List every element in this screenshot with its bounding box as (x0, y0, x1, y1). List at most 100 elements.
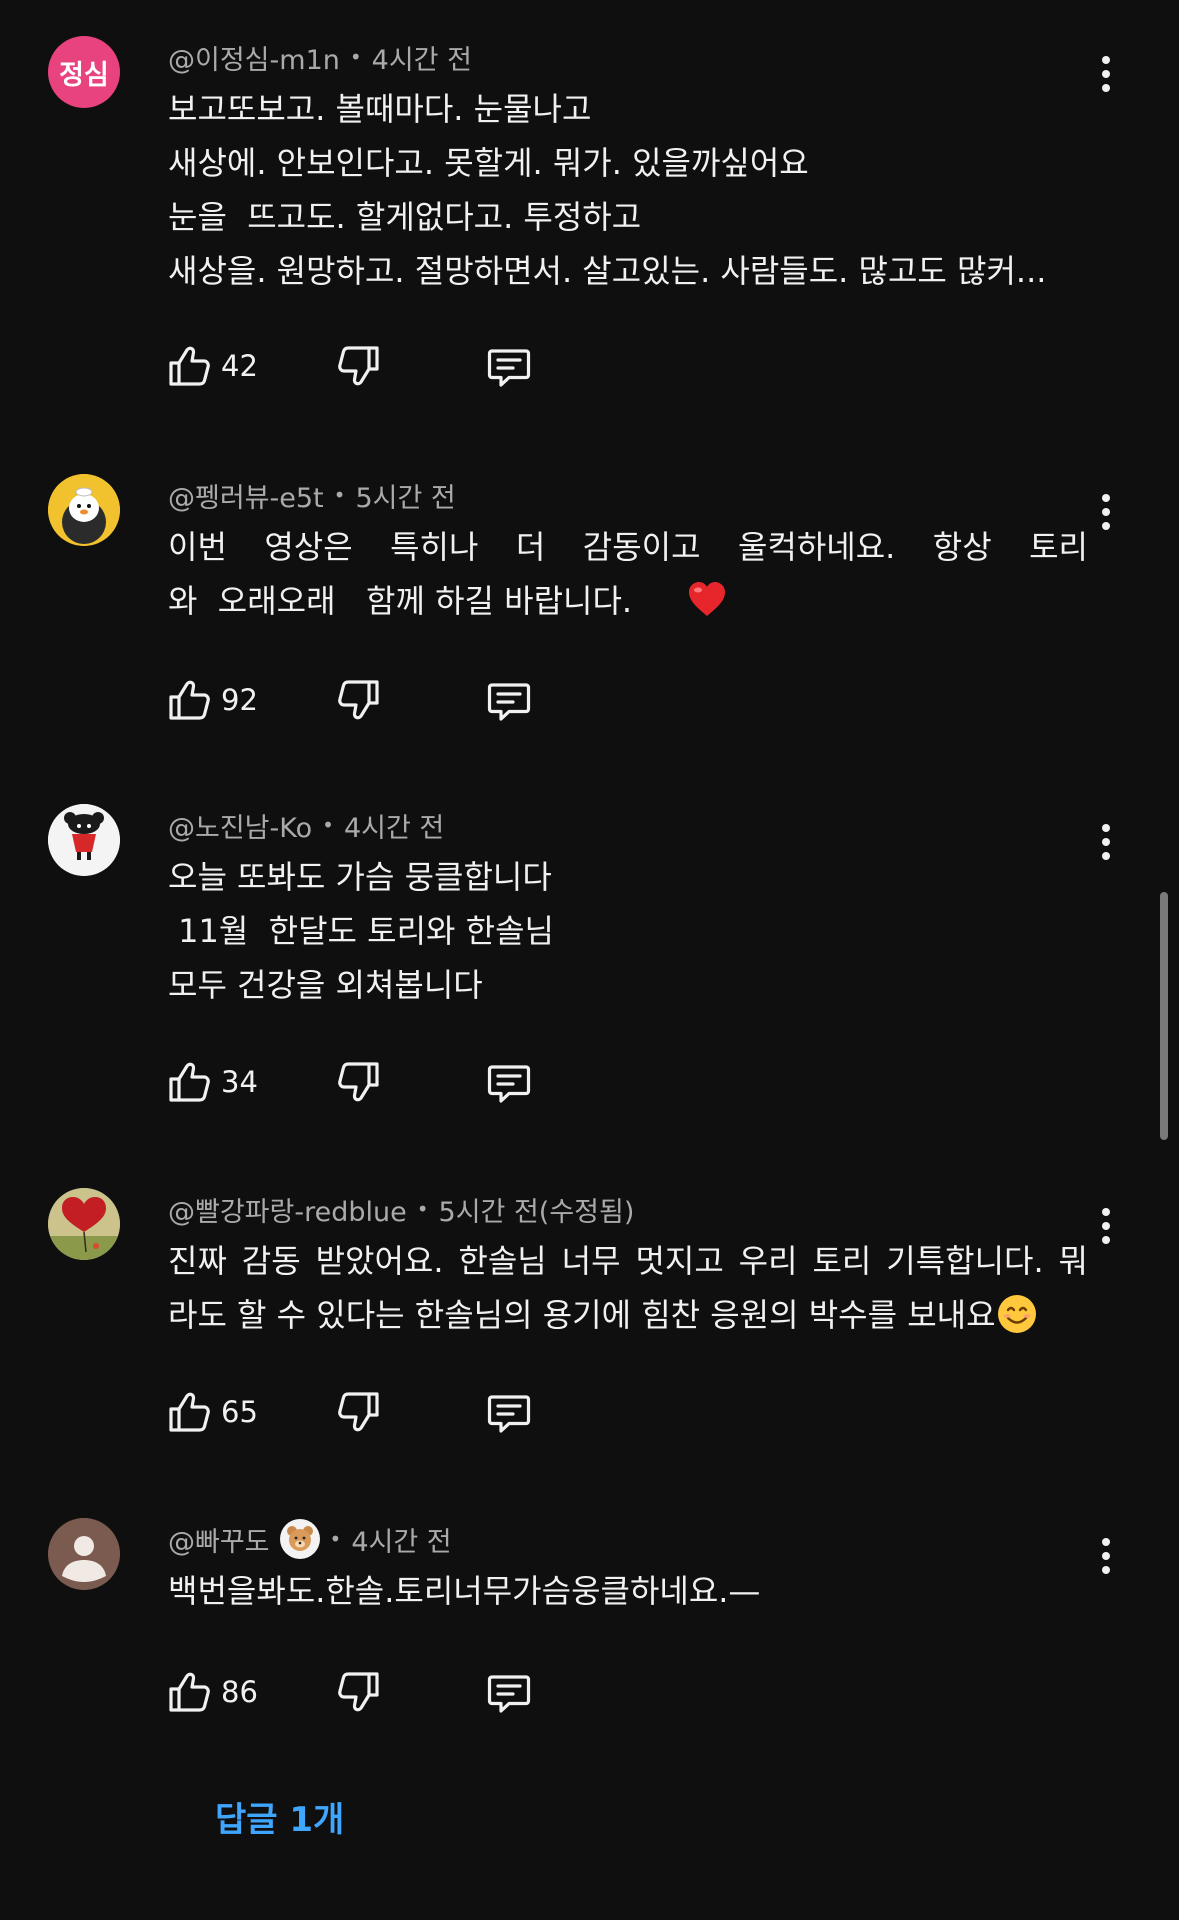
dot (1102, 838, 1110, 846)
comment: @빨강파랑-redblue • 5시간 전(수정됨) 진짜 감동 받았어요. 한… (0, 1188, 1179, 1488)
comment-meta: @펭러뷰-e5t • 5시간 전 (168, 476, 456, 515)
dislike-button[interactable] (335, 1388, 383, 1436)
comment-actions: 42 (160, 336, 560, 396)
dot (1102, 84, 1110, 92)
dislike-button[interactable] (335, 1668, 383, 1716)
comment-line: 와 오래오래 함께 하길 바랍니다. (168, 574, 1088, 628)
comment-meta: @빠꾸도 • 4시간 전 (168, 1519, 452, 1559)
dot (1102, 1222, 1110, 1230)
comment-text: 진짜 감동 받았어요. 한솔님 너무 멋지고 우리 토리 기특합니다. 뭐 라도… (168, 1234, 1088, 1342)
like-count: 86 (221, 1675, 258, 1709)
comment-meta: @이정심-m1n • 4시간 전 (168, 38, 472, 77)
like-button[interactable]: 34 (165, 1058, 281, 1106)
dislike-button[interactable] (335, 676, 383, 724)
comment-time: 5시간 전(수정됨) (438, 1196, 635, 1228)
avatar[interactable] (48, 1188, 120, 1260)
comment-time: 5시간 전 (355, 482, 456, 514)
comment-author[interactable]: @빠꾸도 (168, 1520, 270, 1559)
comment-line: 새상에. 안보인다고. 못할게. 뭐가. 있을까싶어요 (168, 144, 809, 182)
default-user-avatar-icon (48, 1518, 120, 1590)
dot (1102, 70, 1110, 78)
comment-line: 새상을. 원망하고. 절망하면서. 살고있는. 사람들도. 많고도 많커... (168, 252, 1047, 290)
bear-badge-graphic (280, 1520, 319, 1558)
thumbs-down-icon (335, 1668, 383, 1716)
separator-dot: • (329, 1527, 342, 1551)
like-button[interactable]: 92 (165, 676, 281, 724)
more-options-button[interactable] (1086, 482, 1126, 542)
comment-meta: @노진남-Ko • 4시간 전 (168, 806, 444, 845)
comment-line-text: 와 오래오래 함께 하길 바랍니다. (168, 582, 633, 620)
comment-line: 11월 한달도 토리와 한솔님 (168, 912, 554, 950)
comment-icon (485, 342, 533, 390)
comment-author[interactable]: @빨강파랑-redblue (168, 1190, 407, 1229)
avatar[interactable] (48, 1518, 120, 1590)
comment-text: 백번을봐도.한솔.토리너무가슴웅클하네요.— (168, 1564, 1088, 1618)
more-vertical-icon (1102, 1208, 1110, 1216)
like-count: 42 (221, 349, 258, 383)
comment-icon (485, 1058, 533, 1106)
penguin-avatar-image (48, 474, 120, 546)
dot (1102, 508, 1110, 516)
reply-button[interactable] (485, 342, 533, 390)
comment-text: 보고또보고. 볼때마다. 눈물나고 새상에. 안보인다고. 못할게. 뭐가. 있… (168, 82, 1088, 298)
comment-line-text: 라도 할 수 있다는 한솔님의 용기에 힘찬 응원의 박수를 보내요 (168, 1296, 996, 1334)
dislike-button[interactable] (335, 342, 383, 390)
thumbs-up-icon (165, 1668, 213, 1716)
comment-line: 진짜 감동 받았어요. 한솔님 너무 멋지고 우리 토리 기특합니다. 뭐 (168, 1242, 1088, 1280)
comment-actions: 86 (160, 1662, 560, 1722)
comment-line: 보고또보고. 볼때마다. 눈물나고 (168, 90, 592, 128)
like-count: 65 (221, 1395, 258, 1429)
view-replies-link[interactable]: 답글 1개 (215, 1792, 344, 1841)
reply-button[interactable] (485, 1058, 533, 1106)
comment-icon (485, 1388, 533, 1436)
dot (1102, 1552, 1110, 1560)
comment-time: 4시간 전 (351, 1526, 452, 1558)
like-button[interactable]: 65 (165, 1388, 281, 1436)
comment-time: 4시간 전 (371, 44, 472, 76)
dot (1102, 852, 1110, 860)
comment: @노진남-Ko • 4시간 전 오늘 또봐도 가슴 뭉클합니다 11월 한달도 … (0, 804, 1179, 1144)
cartoon-girl-avatar-image (48, 804, 120, 876)
thumbs-down-icon (335, 676, 383, 724)
more-options-button[interactable] (1086, 44, 1126, 104)
thumbs-up-icon (165, 1058, 213, 1106)
scrollbar[interactable] (1160, 892, 1168, 1140)
more-vertical-icon (1102, 494, 1110, 502)
comment-actions: 92 (160, 670, 560, 730)
comment-text: 이번 영상은 특히나 더 감동이고 울컥하네요. 항상 토리 와 오래오래 함께… (168, 520, 1088, 628)
comment-author[interactable]: @노진남-Ko (168, 806, 312, 845)
more-vertical-icon (1102, 56, 1110, 64)
thumbs-down-icon (335, 1388, 383, 1436)
like-button[interactable]: 42 (165, 342, 281, 390)
comment-line: 라도 할 수 있다는 한솔님의 용기에 힘찬 응원의 박수를 보내요 (168, 1288, 1088, 1342)
like-count: 34 (221, 1065, 258, 1099)
comment-line: 오늘 또봐도 가슴 뭉클합니다 (168, 858, 552, 896)
more-options-button[interactable] (1086, 1526, 1126, 1586)
thumbs-up-icon (165, 342, 213, 390)
comment-line: 백번을봐도.한솔.토리너무가슴웅클하네요.— (168, 1572, 761, 1610)
reply-button[interactable] (485, 676, 533, 724)
avatar[interactable]: 정심 (48, 36, 120, 108)
like-count: 92 (221, 683, 258, 717)
separator-dot: • (322, 813, 334, 837)
dislike-button[interactable] (335, 1058, 383, 1106)
reply-button[interactable] (485, 1388, 533, 1436)
more-options-button[interactable] (1086, 812, 1126, 872)
comment: @빠꾸도 • 4시간 전 백번을봐도.한솔.토리너무가슴웅클하네요.— 86 (0, 1518, 1179, 1758)
thumbs-down-icon (335, 342, 383, 390)
dot (1102, 522, 1110, 530)
more-vertical-icon (1102, 824, 1110, 832)
reply-button[interactable] (485, 1668, 533, 1716)
comment-line: 모두 건강을 외쳐봅니다 (168, 966, 483, 1004)
avatar[interactable] (48, 804, 120, 876)
comment-author[interactable]: @펭러뷰-e5t (168, 476, 324, 515)
separator-dot: • (416, 1197, 429, 1221)
comment-meta: @빨강파랑-redblue • 5시간 전(수정됨) (168, 1190, 635, 1229)
comment-author[interactable]: @이정심-m1n (168, 38, 340, 77)
avatar[interactable] (48, 474, 120, 546)
thumbs-up-icon (165, 1388, 213, 1436)
more-options-button[interactable] (1086, 1196, 1126, 1256)
like-button[interactable]: 86 (165, 1668, 281, 1716)
bear-badge-icon (279, 1519, 320, 1559)
red-heart-emoji (688, 582, 725, 616)
